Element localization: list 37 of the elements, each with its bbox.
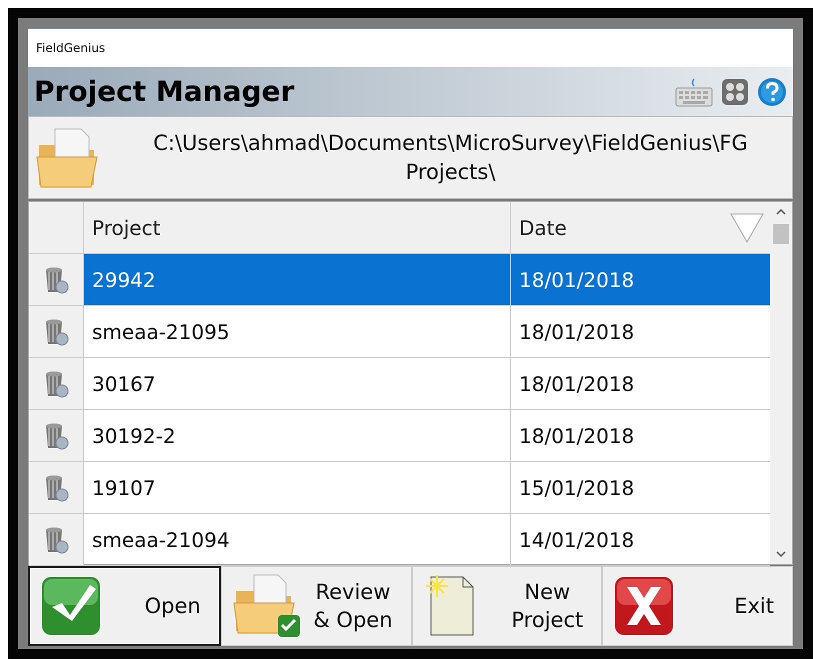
folder-path: C:\Users\ahmad\Documents\MicroSurvey\FieldGenius\FG Projects\ xyxy=(152,130,749,186)
project-cell[interactable]: 30192-2 xyxy=(84,410,511,461)
open-button[interactable]: Open xyxy=(28,566,221,646)
date-cell[interactable]: 18/01/2018 xyxy=(511,254,770,305)
help-icon[interactable] xyxy=(757,76,787,106)
column-header[interactable]: Date xyxy=(511,202,770,253)
review-button[interactable]: Review & Open xyxy=(220,566,412,646)
page-title: Project Manager xyxy=(34,75,294,108)
delete-icon[interactable] xyxy=(43,266,69,294)
scroll-thumb[interactable] xyxy=(773,224,789,244)
checkmark-icon xyxy=(40,575,102,637)
path-bar[interactable]: C:\Users\ahmad\Documents\MicroSurvey\FieldGenius\FG Projects\ xyxy=(28,116,793,199)
delete-icon[interactable] xyxy=(43,526,69,554)
close-icon xyxy=(613,575,676,637)
delete-icon[interactable] xyxy=(43,422,69,450)
project-cell[interactable]: 29942 xyxy=(84,254,511,305)
scroll-up-icon[interactable] xyxy=(776,208,786,216)
window-title: FieldGenius xyxy=(36,41,106,55)
scroll-down-icon[interactable] xyxy=(776,550,786,558)
delete-icon[interactable] xyxy=(43,474,69,502)
project-cell[interactable]: smeaa-21094 xyxy=(84,514,511,565)
new-button[interactable]: New Project xyxy=(412,566,602,646)
date-cell[interactable]: 15/01/2018 xyxy=(511,462,770,513)
delete-icon[interactable] xyxy=(43,370,69,398)
exit-button[interactable]: Exit xyxy=(602,566,793,646)
date-cell[interactable]: 18/01/2018 xyxy=(511,306,770,357)
date-cell[interactable]: 18/01/2018 xyxy=(511,358,770,409)
keyboard-icon[interactable] xyxy=(675,76,713,106)
calculator-icon[interactable] xyxy=(721,78,749,106)
project-cell[interactable]: 19107 xyxy=(84,462,511,513)
date-cell[interactable]: 14/01/2018 xyxy=(511,514,770,565)
project-cell[interactable]: smeaa-21095 xyxy=(84,306,511,357)
column-header[interactable]: Project xyxy=(84,202,511,253)
date-cell[interactable]: 18/01/2018 xyxy=(511,410,770,461)
delete-icon[interactable] xyxy=(43,318,69,346)
scrollbar[interactable] xyxy=(770,202,792,564)
project-cell[interactable]: 30167 xyxy=(84,358,511,409)
